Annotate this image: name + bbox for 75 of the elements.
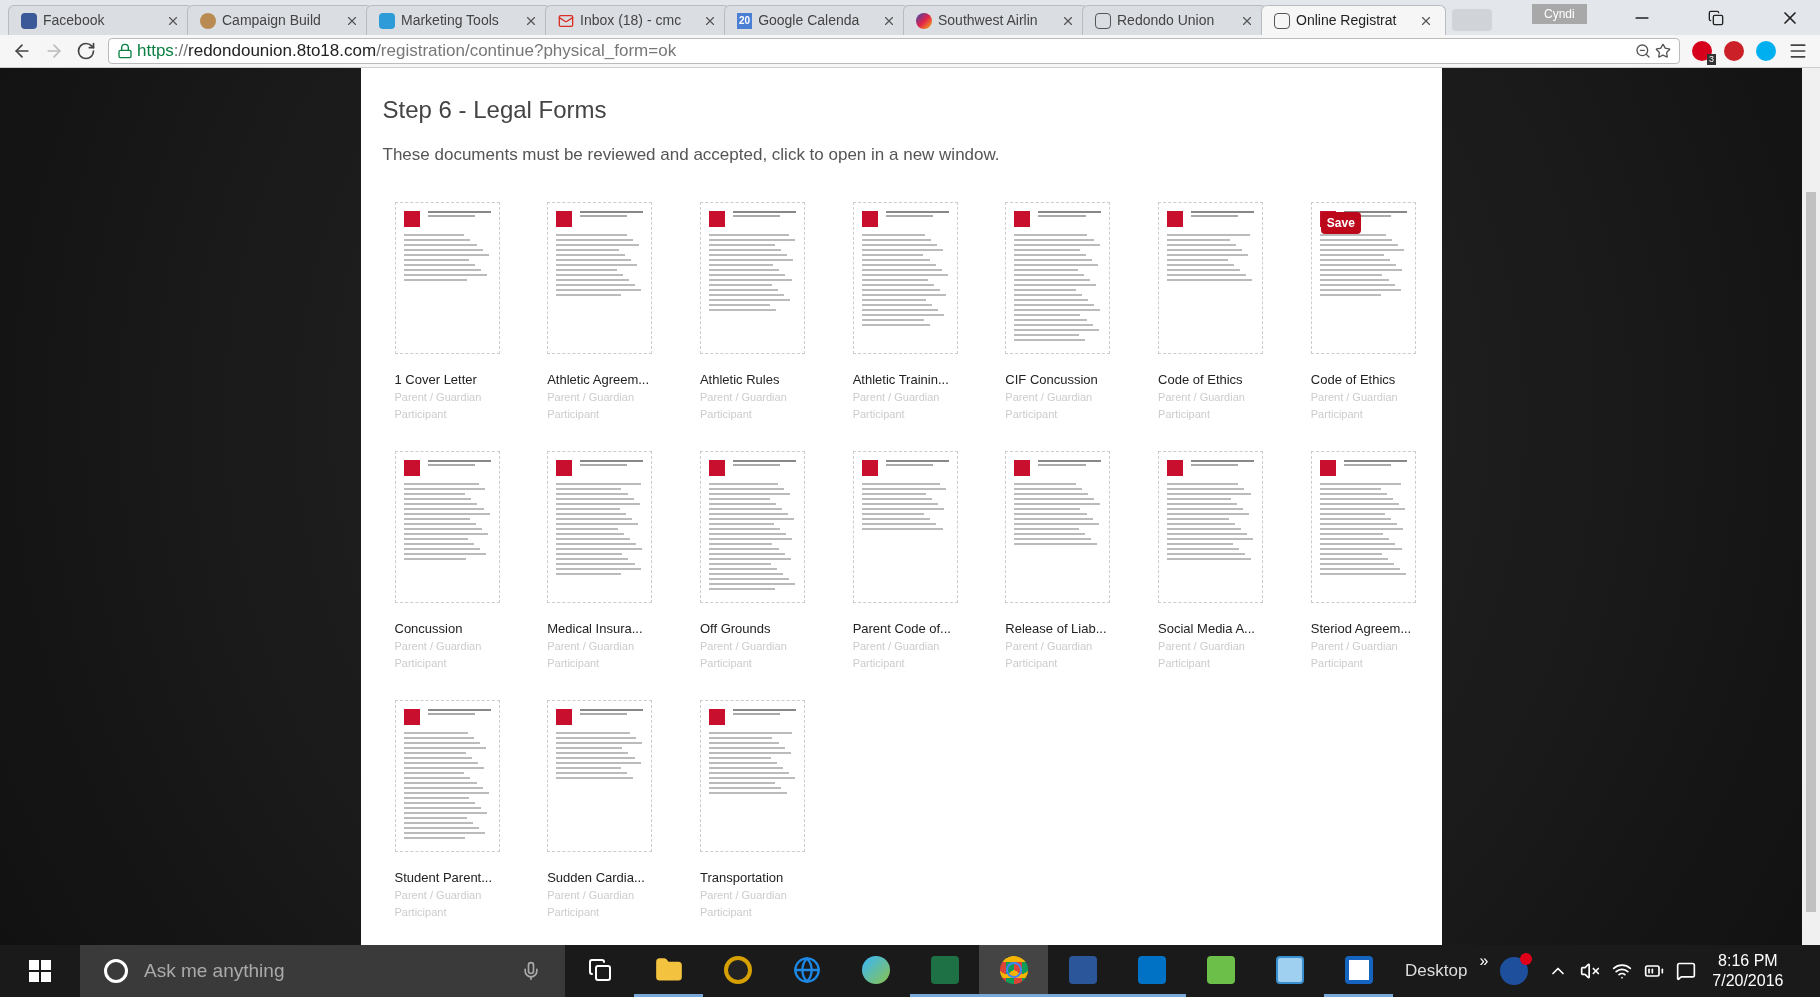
document-thumbnail[interactable] — [1310, 450, 1416, 603]
window-icon[interactable] — [1344, 955, 1373, 984]
document-thumbnail[interactable] — [1158, 201, 1264, 354]
document-thumbnail[interactable] — [394, 201, 500, 354]
cortana-icon — [104, 959, 128, 983]
tab-title: Campaign Build — [222, 11, 321, 30]
tab-title: Southwest Airlin — [938, 11, 1038, 30]
document-thumbnail[interactable] — [1158, 450, 1264, 603]
document-thumbnail[interactable] — [1310, 201, 1416, 354]
chrome-icon[interactable] — [999, 955, 1028, 984]
lock-icon — [117, 43, 133, 59]
document-title[interactable]: Sudden Cardia... — [547, 869, 653, 885]
clock-date: 7/20/2016 — [1712, 971, 1784, 991]
document-title[interactable]: Steriod Agreem... — [1310, 620, 1416, 636]
document-thumbnail[interactable] — [547, 201, 653, 354]
document-title[interactable]: Code of Ethics — [1310, 371, 1416, 387]
document-title[interactable]: Athletic Agreem... — [547, 371, 653, 387]
tab-title: Marketing Tools — [401, 11, 499, 30]
document-thumbnail[interactable] — [394, 699, 500, 852]
bookmark-star-icon[interactable] — [1655, 43, 1671, 59]
wifi-icon[interactable] — [1612, 961, 1633, 981]
document-thumbnail[interactable] — [852, 201, 958, 354]
task-view-icon[interactable] — [587, 957, 612, 982]
document-title[interactable]: Medical Insura... — [547, 620, 653, 636]
notifications-icon[interactable] — [1676, 961, 1697, 981]
tab-title: Redondo Union — [1117, 11, 1215, 30]
site-icon — [1095, 12, 1111, 29]
clock[interactable]: 8:16 PM 7/20/2016 — [1712, 951, 1784, 991]
tab-title: Facebook — [43, 11, 105, 30]
browser-tab[interactable]: Online Registrat — [1261, 5, 1446, 35]
document-title[interactable]: CIF Concussion — [1005, 371, 1111, 387]
url-text: https://redondounion.8to18.com/registration/continue?physical_form=ok — [137, 40, 677, 63]
site-icon — [1274, 12, 1290, 29]
folder-icon[interactable] — [654, 955, 683, 984]
desktop-toolbar-label[interactable]: Desktop — [1405, 958, 1468, 984]
document-title[interactable]: Concussion — [394, 620, 500, 636]
calendar-icon: 20 — [737, 12, 753, 29]
document-title[interactable]: Athletic Trainin... — [852, 371, 958, 387]
document-thumbnail[interactable] — [1005, 450, 1111, 603]
document-thumbnail[interactable] — [547, 699, 653, 852]
document-thumbnail[interactable] — [699, 450, 805, 603]
document-thumbnail[interactable] — [699, 699, 805, 852]
section-description: These documents must be reviewed and accepted, click to open in a new window. — [382, 144, 1001, 166]
document-title[interactable]: Student Parent... — [394, 869, 500, 885]
address-bar[interactable]: https://redondounion.8to18.com/registration/continue?physical_form=ok — [108, 38, 1680, 64]
document-title[interactable]: Social Media A... — [1158, 620, 1264, 636]
envelope-icon — [558, 12, 574, 29]
search-placeholder: Ask me anything — [144, 958, 286, 983]
document-thumbnail[interactable] — [852, 450, 958, 603]
tab-title: Online Registrat — [1296, 11, 1397, 30]
menu-icon[interactable] — [1788, 41, 1808, 61]
tab-title: Google Calenda — [758, 11, 860, 30]
section-heading: Step 6 - Legal Forms — [382, 96, 608, 124]
document-title[interactable]: 1 Cover Letter — [394, 371, 500, 387]
document-thumbnail[interactable] — [547, 450, 653, 603]
document-thumbnail[interactable] — [699, 201, 805, 354]
muted-speaker-icon[interactable] — [1580, 961, 1601, 981]
extension-badge: 3 — [1707, 54, 1716, 65]
microphone-icon[interactable] — [521, 961, 541, 981]
document-title[interactable]: Code of Ethics — [1158, 371, 1264, 387]
overflow-chevron[interactable]: » — [1479, 949, 1489, 973]
zoom-icon[interactable] — [1635, 43, 1651, 59]
clock-time: 8:16 PM — [1718, 951, 1778, 971]
document-thumbnail[interactable] — [394, 450, 500, 603]
reload-icon[interactable] — [76, 41, 96, 61]
document-title[interactable]: Release of Liab... — [1005, 620, 1111, 636]
document-title[interactable]: Off Grounds — [699, 620, 805, 636]
scrollbar[interactable] — [1802, 68, 1820, 945]
document-title[interactable]: Athletic Rules — [699, 371, 805, 387]
document-title[interactable]: Transportation — [699, 869, 805, 885]
search-field[interactable]: Ask me anything — [80, 945, 565, 997]
document-title[interactable]: Parent Code of... — [852, 620, 958, 636]
tab-title: Inbox (18) - cmc — [580, 11, 682, 30]
document-thumbnail[interactable] — [1005, 201, 1111, 354]
restore-icon[interactable] — [1708, 9, 1724, 26]
